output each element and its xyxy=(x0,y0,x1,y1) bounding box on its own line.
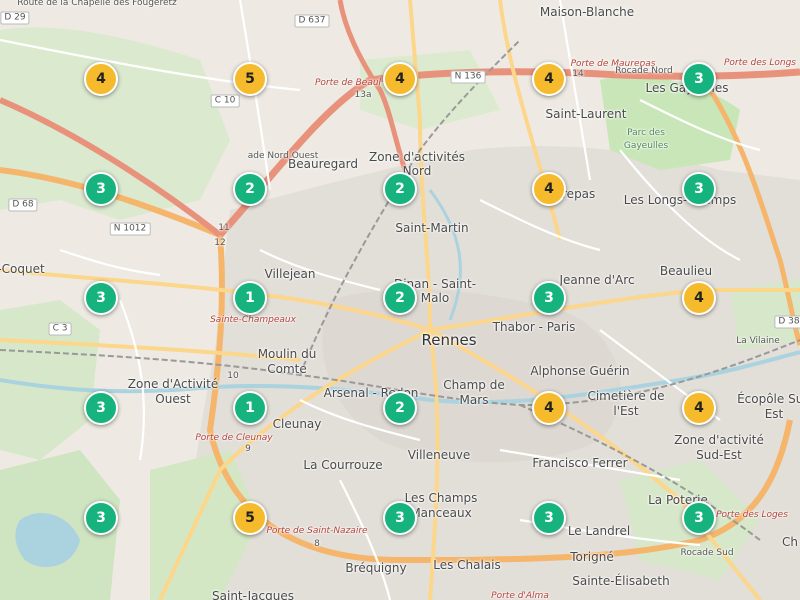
porte-label: Porte de Saint-Nazaire xyxy=(266,526,368,536)
cluster-marker[interactable]: 3 xyxy=(682,172,716,206)
porte-label: Porte d'Alma xyxy=(491,591,549,600)
exit-label: 9 xyxy=(245,444,251,454)
place-label: Mars xyxy=(459,393,489,407)
place-label: Ch xyxy=(782,535,798,549)
place-label: La Courrouze xyxy=(303,458,383,472)
cluster-marker[interactable]: 4 xyxy=(84,62,118,96)
road-shield: D 38 xyxy=(774,315,800,329)
porte-label: Porte des Longs xyxy=(724,58,796,68)
place-label: Villeneuve xyxy=(407,448,471,462)
place-label: Villejean xyxy=(264,267,316,281)
place-label: Thabor - Paris xyxy=(492,320,576,334)
place-label: -Coquet xyxy=(0,262,45,276)
place-label: Les Longs-Champs xyxy=(623,193,737,207)
place-label: Champ de xyxy=(443,378,505,392)
cluster-marker[interactable]: 3 xyxy=(383,501,417,535)
exit-label: 13a xyxy=(354,90,372,100)
cluster-marker[interactable]: 3 xyxy=(532,501,566,535)
place-label: Zone d'Activité xyxy=(127,377,219,391)
cluster-marker[interactable]: 5 xyxy=(233,501,267,535)
place-label: Zone d'activités xyxy=(368,150,466,164)
street-label: Route de la Chapelle des Fougeretz xyxy=(17,0,177,8)
river-label: La Vilaine xyxy=(736,336,780,346)
cluster-marker[interactable]: 4 xyxy=(532,391,566,425)
road-shield: C 10 xyxy=(210,94,240,108)
place-label: Sainte-Élisabeth xyxy=(572,574,670,588)
place-label: Maison-Blanche xyxy=(539,5,635,19)
place-label: Jeanne d'Arc xyxy=(559,273,635,287)
place-label: Cleunay xyxy=(272,417,322,431)
place-label: Saint-Laurent xyxy=(545,107,627,121)
place-label: Bréquigny xyxy=(345,561,407,575)
place-label: Les Champs xyxy=(404,491,478,505)
cluster-marker[interactable]: 4 xyxy=(682,281,716,315)
street-label: Rocade Sud xyxy=(680,548,734,558)
cluster-marker[interactable]: 2 xyxy=(383,172,417,206)
place-label: Manceaux xyxy=(410,506,472,520)
place-label: Ouest xyxy=(155,392,191,406)
cluster-marker[interactable]: 1 xyxy=(233,281,267,315)
place-label: Francisco Ferrer xyxy=(532,456,628,470)
park-label: Parc des xyxy=(627,128,665,138)
cluster-marker[interactable]: 2 xyxy=(383,281,417,315)
place-label: Malo xyxy=(420,291,450,305)
road-shield: D 637 xyxy=(294,14,330,28)
cluster-marker[interactable]: 2 xyxy=(383,391,417,425)
road-shield: N 136 xyxy=(450,70,486,84)
place-label-rennes: Rennes xyxy=(421,331,477,349)
road-shield: D 68 xyxy=(8,198,38,212)
cluster-marker[interactable]: 3 xyxy=(84,501,118,535)
place-label: Saint-Jacques xyxy=(212,589,294,600)
place-label: Moulin du xyxy=(257,347,317,361)
place-label: Cimetière de xyxy=(587,389,665,403)
place-label: Les Chalais xyxy=(433,558,501,572)
cluster-marker[interactable]: 4 xyxy=(383,62,417,96)
cluster-marker[interactable]: 3 xyxy=(682,501,716,535)
place-label: Beaulieu xyxy=(659,264,713,278)
place-label: Écopôle Sud xyxy=(737,392,800,406)
porte-label: Porte des Loges xyxy=(716,510,788,520)
place-label: Est xyxy=(764,407,784,421)
exit-label: 8 xyxy=(314,539,320,549)
cluster-marker[interactable]: 3 xyxy=(84,281,118,315)
cluster-marker[interactable]: 3 xyxy=(532,281,566,315)
porte-label: Sainte-Champeaux xyxy=(210,315,296,325)
cluster-marker[interactable]: 4 xyxy=(682,391,716,425)
exit-label: 14 xyxy=(572,69,584,79)
street-label: Rocade Nord xyxy=(615,66,673,76)
place-label: Saint-Martin xyxy=(395,221,469,235)
park-label: Gayeulles xyxy=(623,141,669,151)
place-label: Alphonse Guérin xyxy=(530,364,630,378)
place-label: Sud-Est xyxy=(696,448,742,462)
place-label: l'Est xyxy=(613,404,639,418)
cluster-marker[interactable]: 1 xyxy=(233,391,267,425)
exit-label: 12 xyxy=(214,238,226,248)
exit-label: 11 xyxy=(218,223,230,233)
place-label: Zone d'activité xyxy=(674,433,764,447)
road-shield: N 1012 xyxy=(109,222,151,236)
cluster-marker[interactable]: 4 xyxy=(532,172,566,206)
cluster-marker[interactable]: 3 xyxy=(682,62,716,96)
cluster-marker[interactable]: 3 xyxy=(84,391,118,425)
cluster-marker[interactable]: 4 xyxy=(532,62,566,96)
place-label: Torigné xyxy=(570,550,614,564)
exit-label: 10 xyxy=(227,371,239,381)
map-view[interactable]: Rennes Maison-Blanche Saint-Laurent Beau… xyxy=(0,0,800,600)
road-shield: C 3 xyxy=(48,322,72,336)
road-shield: D 29 xyxy=(0,11,30,25)
cluster-marker[interactable]: 3 xyxy=(84,172,118,206)
street-label: ade Nord Ouest xyxy=(247,151,319,161)
cluster-marker[interactable]: 5 xyxy=(233,62,267,96)
place-label: Le Landrel xyxy=(567,524,631,538)
porte-label: Porte de Cleunay xyxy=(195,433,273,443)
place-label: Comte xyxy=(267,362,307,376)
cluster-marker[interactable]: 2 xyxy=(233,172,267,206)
